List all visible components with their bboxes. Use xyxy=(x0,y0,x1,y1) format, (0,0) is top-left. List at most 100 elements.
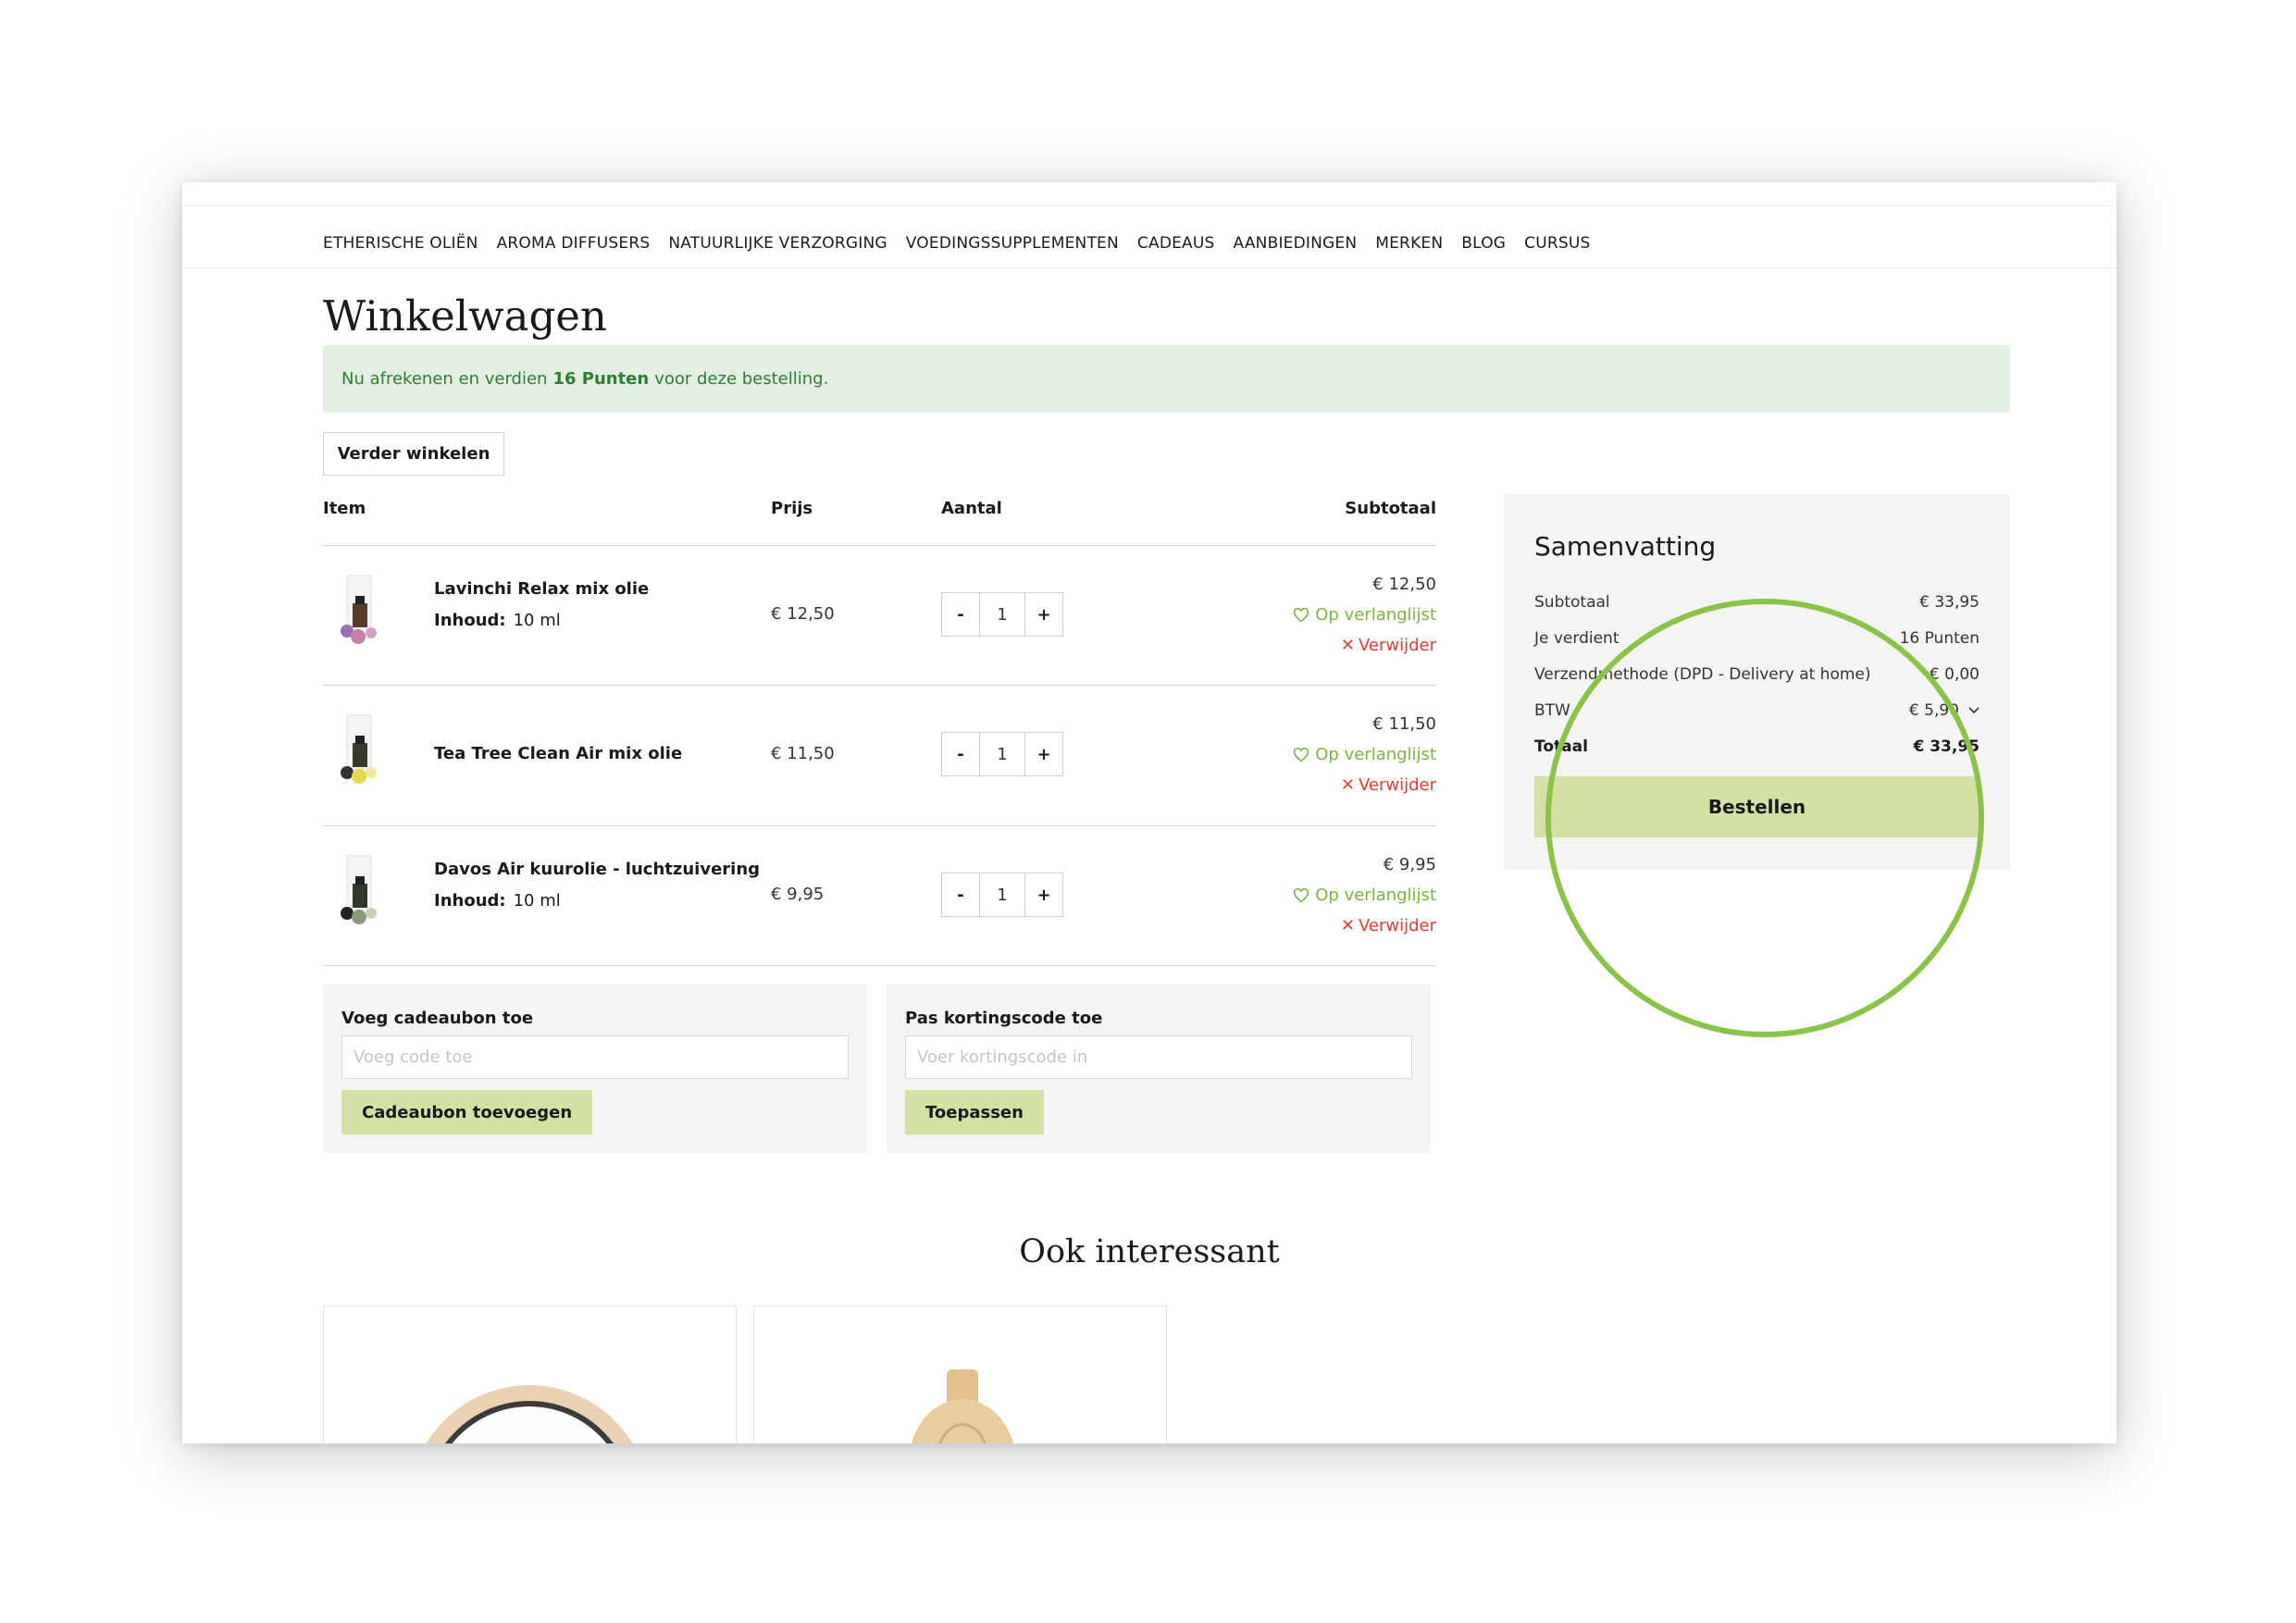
nav-item-cursus[interactable]: CURSUS xyxy=(1524,234,1590,253)
summary-value-wrap: € 5,90 xyxy=(1909,701,1980,720)
main-nav: ETHERISCHE OLIËN AROMA DIFFUSERS NATUURL… xyxy=(323,227,1591,260)
header-item: Item xyxy=(323,499,366,518)
nav-divider xyxy=(182,267,2116,268)
wishlist-label: Op verlanglijst xyxy=(1315,605,1436,625)
quantity-value[interactable]: 1 xyxy=(979,873,1025,916)
product-card[interactable] xyxy=(323,1306,737,1443)
heart-icon xyxy=(1294,887,1309,903)
discount-apply-button[interactable]: Toepassen xyxy=(905,1090,1044,1134)
row-subtotal: € 12,50 xyxy=(1372,575,1436,594)
table-bottom-border xyxy=(323,965,1436,966)
summary-row-total: Totaal € 33,95 xyxy=(1534,737,1980,774)
nav-item-cadeaus[interactable]: CADEAUS xyxy=(1137,234,1215,253)
heart-icon xyxy=(1294,747,1309,762)
summary-value: € 33,95 xyxy=(1919,593,1980,612)
product-thumbnail[interactable] xyxy=(334,572,388,650)
meta-value: 10 ml xyxy=(513,611,561,630)
row-actions: € 9,95 Op verlanglijst ✕ Verwijder xyxy=(1293,849,1436,941)
close-icon: ✕ xyxy=(1340,775,1355,795)
diffuser-vase-image xyxy=(911,1369,1014,1443)
chevron-down-icon[interactable] xyxy=(1968,707,1980,714)
nav-item-merken[interactable]: MERKEN xyxy=(1375,234,1443,253)
wishlist-link[interactable]: Op verlanglijst xyxy=(1293,880,1436,911)
notice-prefix: Nu afrekenen en verdien xyxy=(341,369,548,389)
giftcard-box: Voeg cadeaubon toe Cadeaubon toevoegen xyxy=(323,985,867,1153)
giftcard-add-button[interactable]: Cadeaubon toevoegen xyxy=(341,1090,593,1134)
giftcard-title: Voeg cadeaubon toe xyxy=(341,1009,534,1028)
product-thumbnail[interactable] xyxy=(334,712,388,789)
discount-box: Pas kortingscode toe Toepassen xyxy=(887,985,1431,1153)
order-summary: Samenvatting Subtotaal € 33,95 Je verdie… xyxy=(1504,494,2010,870)
summary-total-label: Totaal xyxy=(1534,737,1588,756)
discount-input[interactable] xyxy=(905,1035,1412,1079)
wishlist-link[interactable]: Op verlanglijst xyxy=(1293,600,1436,630)
notice-points: 16 Punten xyxy=(552,369,650,389)
cart-row: Davos Air kuurolie - luchtzuivering Inho… xyxy=(323,825,1436,965)
remove-label: Verwijder xyxy=(1358,775,1436,795)
increase-button[interactable]: + xyxy=(1025,873,1062,916)
browser-window: ETHERISCHE OLIËN AROMA DIFFUSERS NATUURL… xyxy=(182,182,2116,1443)
summary-value: 16 Punten xyxy=(1899,629,1980,648)
nav-item-etherische-olien[interactable]: ETHERISCHE OLIËN xyxy=(323,234,478,253)
continue-shopping-button[interactable]: Verder winkelen xyxy=(323,432,504,476)
quantity-value[interactable]: 1 xyxy=(979,733,1025,775)
summary-label: Verzendmethode (DPD - Delivery at home) xyxy=(1534,665,1871,684)
points-notice: Nu afrekenen en verdien 16 Punten voor d… xyxy=(323,345,2010,413)
decrease-button[interactable]: - xyxy=(942,733,979,775)
increase-button[interactable]: + xyxy=(1025,593,1062,636)
row-subtotal: € 9,95 xyxy=(1383,855,1436,874)
page-title: Winkelwagen xyxy=(323,291,607,341)
header-quantity: Aantal xyxy=(941,499,1002,518)
remove-label: Verwijder xyxy=(1358,636,1436,655)
summary-label: Subtotaal xyxy=(1534,593,1610,612)
diffuser-wood-image xyxy=(426,1385,633,1443)
decrease-button[interactable]: - xyxy=(942,873,979,916)
product-price: € 11,50 xyxy=(771,744,835,763)
wishlist-link[interactable]: Op verlanglijst xyxy=(1293,739,1436,770)
row-subtotal: € 11,50 xyxy=(1372,714,1436,734)
nav-item-blog[interactable]: BLOG xyxy=(1461,234,1506,253)
order-button[interactable]: Bestellen xyxy=(1534,776,1980,837)
increase-button[interactable]: + xyxy=(1025,733,1062,775)
recommendations-title: Ook interessant xyxy=(1019,1233,1280,1270)
cart-row: Tea Tree Clean Air mix olie € 11,50 - 1 … xyxy=(323,685,1436,824)
wishlist-label: Op verlanglijst xyxy=(1315,886,1436,905)
remove-link[interactable]: ✕ Verwijder xyxy=(1293,770,1436,800)
summary-row-tax[interactable]: BTW € 5,90 xyxy=(1534,701,1980,737)
remove-label: Verwijder xyxy=(1358,916,1436,935)
quantity-value[interactable]: 1 xyxy=(979,593,1025,636)
header-subtotal: Subtotaal xyxy=(1345,499,1436,518)
product-name[interactable]: Lavinchi Relax mix olie xyxy=(434,579,649,599)
product-thumbnail[interactable] xyxy=(334,852,388,930)
row-actions: € 12,50 Op verlanglijst ✕ Verwijder xyxy=(1293,569,1436,661)
product-card[interactable] xyxy=(753,1306,1167,1443)
nav-item-aanbiedingen[interactable]: AANBIEDINGEN xyxy=(1234,234,1358,253)
header-price: Prijs xyxy=(771,499,813,518)
summary-label: BTW xyxy=(1534,701,1570,720)
summary-row-shipping: Verzendmethode (DPD - Delivery at home) … xyxy=(1534,665,1980,701)
discount-title: Pas kortingscode toe xyxy=(905,1009,1103,1028)
decrease-button[interactable]: - xyxy=(942,593,979,636)
summary-row-subtotal: Subtotaal € 33,95 xyxy=(1534,593,1980,629)
product-name[interactable]: Tea Tree Clean Air mix olie xyxy=(434,744,682,763)
remove-link[interactable]: ✕ Verwijder xyxy=(1293,911,1436,941)
product-meta: Inhoud: 10 ml xyxy=(434,611,561,630)
nav-item-voedingssupplementen[interactable]: VOEDINGSSUPPLEMENTEN xyxy=(906,234,1119,253)
quantity-stepper: - 1 + xyxy=(941,732,1063,776)
close-icon: ✕ xyxy=(1340,636,1355,655)
product-meta: Inhoud: 10 ml xyxy=(434,891,561,911)
close-icon: ✕ xyxy=(1340,916,1355,935)
product-price: € 12,50 xyxy=(771,604,835,624)
giftcard-input[interactable] xyxy=(341,1035,849,1079)
heart-icon xyxy=(1294,607,1309,623)
product-name[interactable]: Davos Air kuurolie - luchtzuivering xyxy=(434,860,760,879)
summary-value: € 5,90 xyxy=(1908,701,1959,720)
summary-total-value: € 33,95 xyxy=(1913,737,1980,756)
cart-row: Lavinchi Relax mix olie Inhoud: 10 ml € 1… xyxy=(323,545,1436,685)
wishlist-label: Op verlanglijst xyxy=(1315,745,1436,764)
remove-link[interactable]: ✕ Verwijder xyxy=(1293,630,1436,661)
nav-item-natuurlijke-verzorging[interactable]: NATUURLIJKE VERZORGING xyxy=(668,234,887,253)
quantity-stepper: - 1 + xyxy=(941,873,1063,917)
nav-item-aroma-diffusers[interactable]: AROMA DIFFUSERS xyxy=(497,234,651,253)
summary-value: € 0,00 xyxy=(1929,665,1980,684)
